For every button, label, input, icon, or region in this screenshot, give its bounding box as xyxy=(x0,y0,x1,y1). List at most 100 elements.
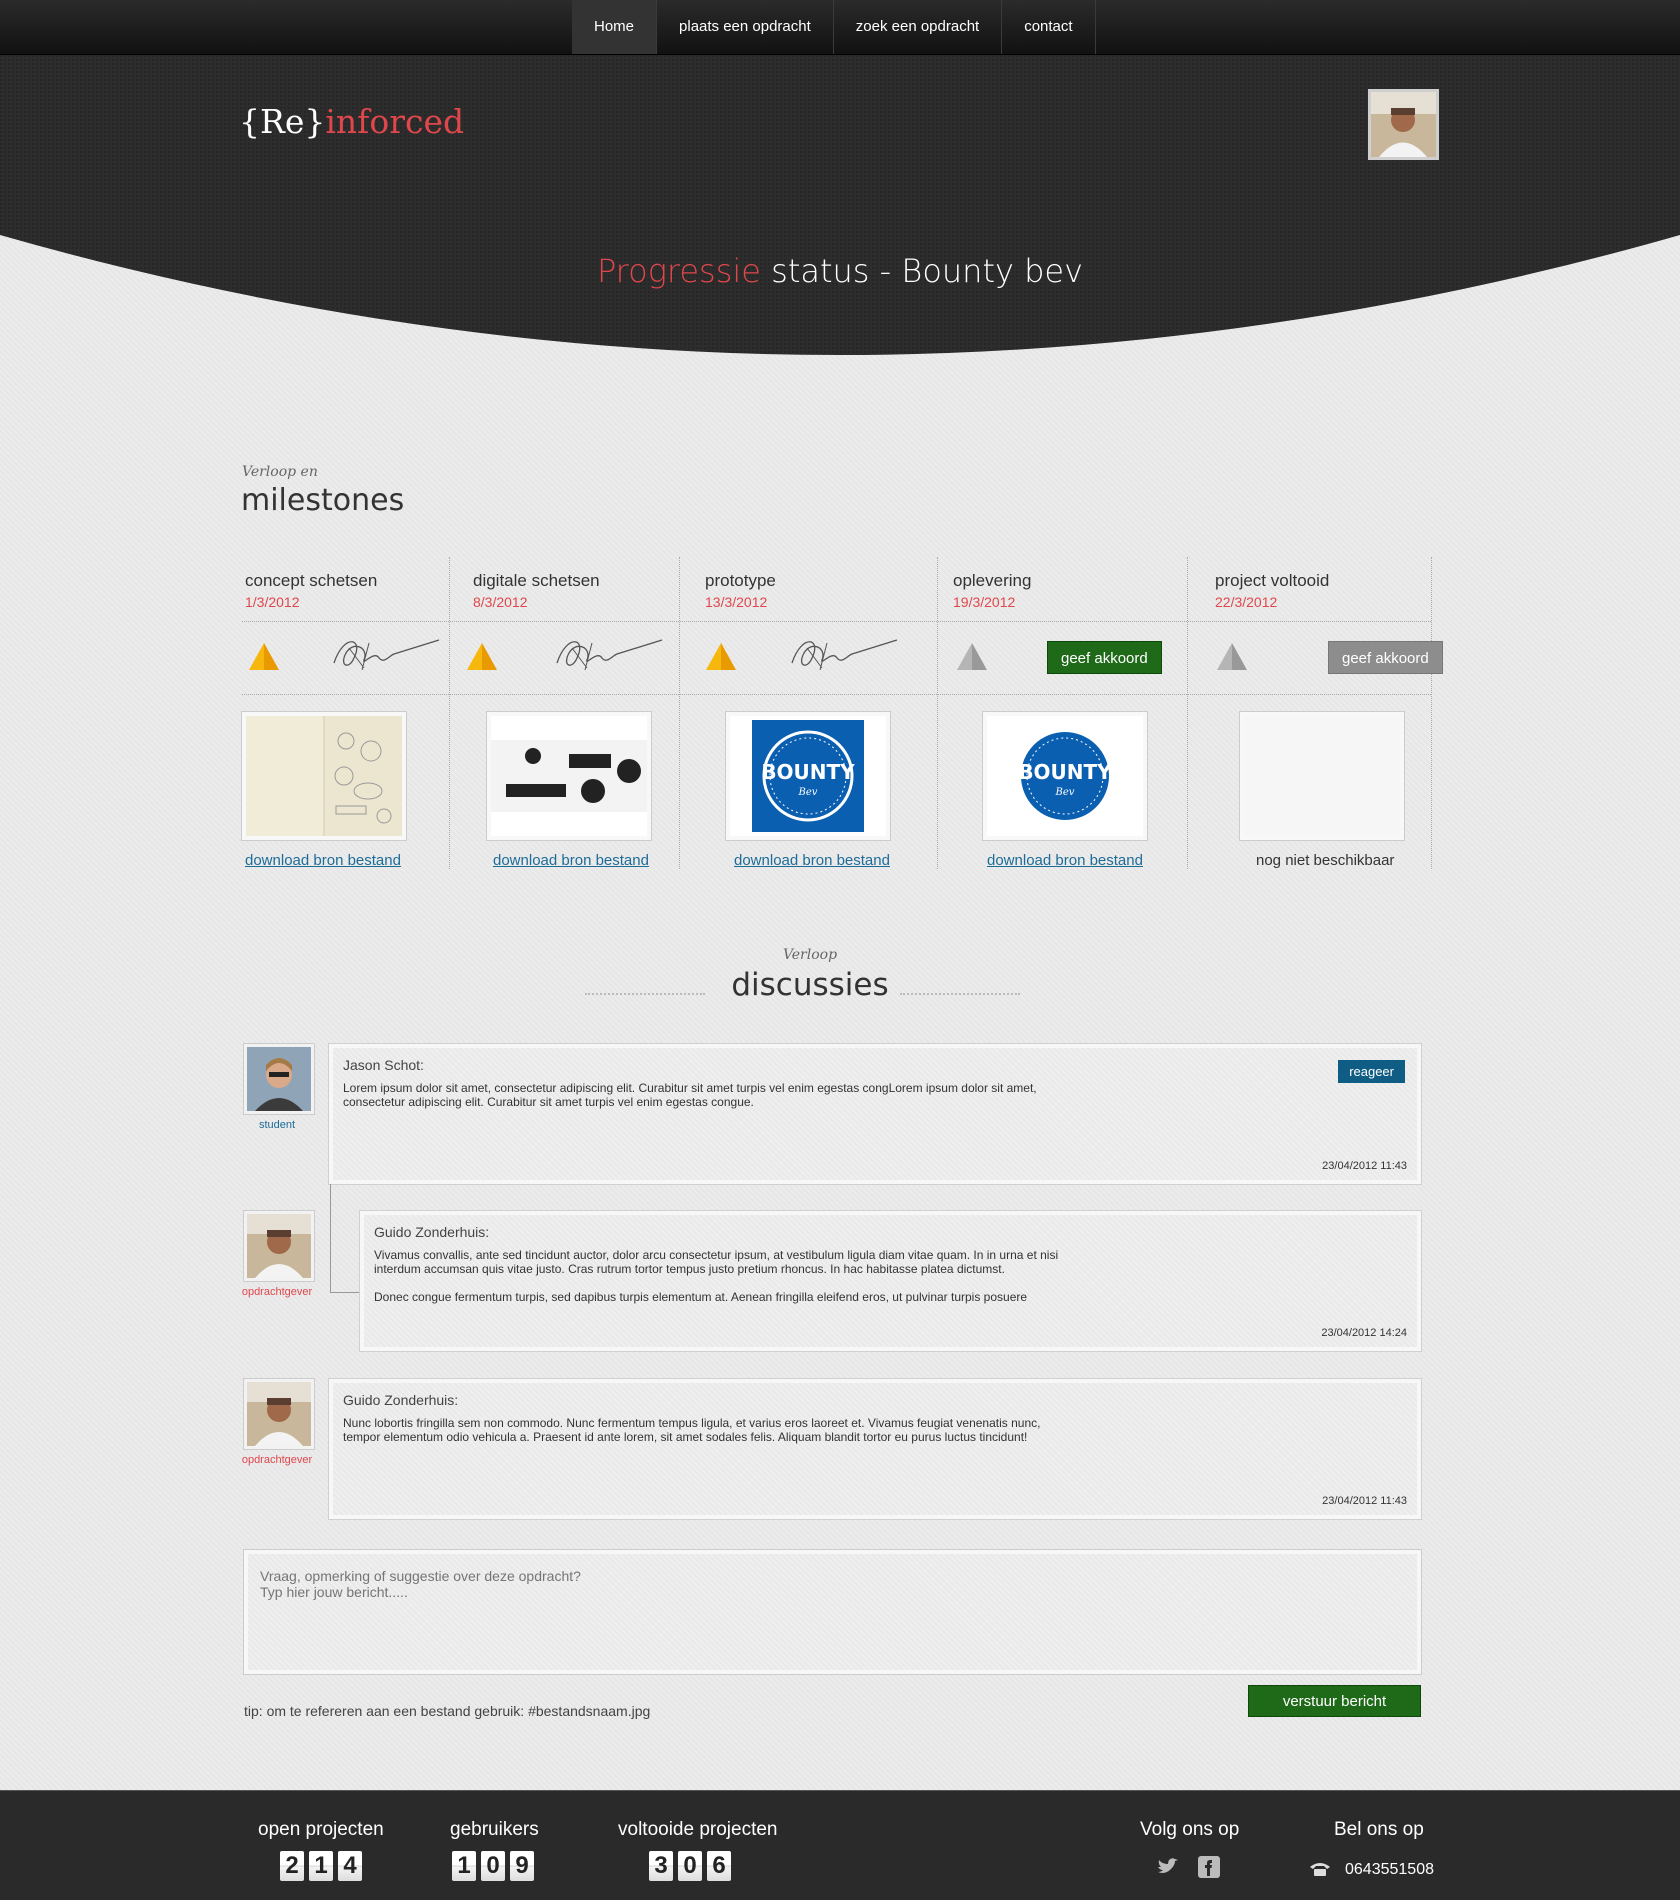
comment-timestamp: 23/04/2012 11:43 xyxy=(1322,1160,1407,1172)
milestone-thumbnail-empty xyxy=(1240,712,1404,840)
reference-tip: tip: om te refereren aan een bestand geb… xyxy=(244,1703,651,1719)
approve-button[interactable]: geef akkoord xyxy=(1047,641,1162,674)
milestone-name: concept schetsen xyxy=(245,571,378,590)
bounty-badge-white-icon: BOUNTY Bev xyxy=(987,716,1143,836)
page-title: Progressie status - Bounty bev xyxy=(596,252,1084,290)
pending-pyramid-icon xyxy=(957,643,987,670)
approve-button-disabled[interactable]: geef akkoord xyxy=(1328,641,1443,674)
nav-search-assignment[interactable]: zoek een opdracht xyxy=(834,0,1003,54)
badge-bounty-text: BOUNTY xyxy=(761,760,855,784)
milestone-thumbnail[interactable] xyxy=(242,712,406,840)
milestone-project-voltooid: project voltooid 22/3/2012 geef akkoord … xyxy=(1188,557,1443,869)
milestone-name: digitale schetsen xyxy=(473,571,600,590)
milestone-name: project voltooid xyxy=(1215,571,1330,590)
title-divider-right xyxy=(900,993,1020,995)
counter-digit: 0 xyxy=(481,1851,505,1881)
milestone-thumbnail[interactable]: BOUNTY Bev xyxy=(983,712,1147,840)
download-source-link[interactable]: download bron bestand xyxy=(987,852,1143,869)
milestone-date: 22/3/2012 xyxy=(1215,594,1278,610)
comment-author: Guido Zonderhuis: xyxy=(374,1224,490,1240)
phone-icon xyxy=(1310,1863,1330,1876)
user-avatar[interactable] xyxy=(1368,89,1439,160)
comment: Jason Schot: Lorem ipsum dolor sit amet,… xyxy=(329,1044,1421,1184)
completed-projects-counter: 3 0 6 xyxy=(649,1851,731,1881)
nav-contact[interactable]: contact xyxy=(1002,0,1096,54)
message-input[interactable] xyxy=(244,1550,1421,1674)
download-source-link[interactable]: download bron bestand xyxy=(493,852,649,869)
follow-us-label: Volg ons op xyxy=(1140,1819,1240,1840)
milestone-concept-schetsen: concept schetsen 1/3/2012 download bron … xyxy=(242,557,450,869)
avatar-photo-icon xyxy=(247,1047,311,1111)
comment-timestamp: 23/04/2012 14:24 xyxy=(1321,1327,1407,1339)
call-us-label: Bel ons op xyxy=(1334,1819,1424,1840)
milestone-thumbnail[interactable]: BOUNTY Bev xyxy=(726,712,890,840)
sketch-thumbnail-icon xyxy=(246,716,402,836)
counter-digit: 2 xyxy=(280,1851,304,1881)
logo-variants-thumbnail-icon xyxy=(491,716,647,836)
milestone-date: 8/3/2012 xyxy=(473,594,528,610)
milestone-date: 19/3/2012 xyxy=(953,594,1016,610)
pending-pyramid-icon xyxy=(1217,643,1247,670)
counter-digit: 4 xyxy=(338,1851,362,1881)
nav-home[interactable]: Home xyxy=(572,0,658,54)
milestone-status-row xyxy=(242,621,449,695)
approved-pyramid-icon xyxy=(706,643,736,670)
counter-digit: 0 xyxy=(678,1851,702,1881)
download-source-link[interactable]: download bron bestand xyxy=(245,852,401,869)
comment-body: Vivamus convallis, ante sed tincidunt au… xyxy=(374,1248,1059,1304)
milestone-oplevering: oplevering 19/3/2012 geef akkoord BOUNTY… xyxy=(938,557,1188,869)
main-nav: Home plaats een opdracht zoek een opdrac… xyxy=(572,0,1096,54)
role-label: opdrachtgever xyxy=(241,1454,313,1466)
milestone-status-row xyxy=(680,621,937,695)
role-label: student xyxy=(258,1119,296,1131)
signature-icon xyxy=(556,639,663,671)
counter-digit: 6 xyxy=(707,1851,731,1881)
badge-bev-text: Bev xyxy=(1055,787,1075,798)
milestones-subtitle: Verloop en xyxy=(242,464,318,480)
not-available-text: nog niet beschikbaar xyxy=(1256,852,1395,869)
comment-author: Guido Zonderhuis: xyxy=(343,1392,459,1408)
milestone-thumbnail[interactable] xyxy=(487,712,651,840)
discussions-title: discussies xyxy=(731,967,889,1003)
send-message-button[interactable]: verstuur bericht xyxy=(1248,1685,1421,1717)
comment-author: Jason Schot: xyxy=(343,1057,424,1073)
phone-number[interactable]: 0643551508 xyxy=(1345,1861,1434,1879)
title-divider-left xyxy=(585,993,705,995)
completed-projects-label: voltooide projecten xyxy=(618,1819,778,1840)
counter-digit: 1 xyxy=(309,1851,333,1881)
milestone-date: 13/3/2012 xyxy=(705,594,768,610)
reply-connector xyxy=(330,1184,360,1293)
users-counter: 1 0 9 xyxy=(452,1851,534,1881)
milestones-title: milestones xyxy=(241,483,405,518)
avatar-photo-icon xyxy=(1371,92,1436,157)
users-label: gebruikers xyxy=(450,1819,539,1840)
counter-digit: 3 xyxy=(649,1851,673,1881)
open-projects-label: open projecten xyxy=(258,1819,384,1840)
signature-icon xyxy=(791,639,898,671)
milestone-prototype: prototype 13/3/2012 BOUNTY Bev download … xyxy=(680,557,938,869)
badge-bounty-text: BOUNTY xyxy=(1018,760,1112,784)
commenter-avatar[interactable] xyxy=(244,1379,314,1449)
commenter-avatar[interactable] xyxy=(244,1211,314,1281)
bounty-badge-blue-icon: BOUNTY Bev xyxy=(730,716,886,836)
comment-timestamp: 23/04/2012 11:43 xyxy=(1322,1495,1407,1507)
nav-place-assignment[interactable]: plaats een opdracht xyxy=(657,0,834,54)
milestone-name: oplevering xyxy=(953,571,1032,590)
approved-pyramid-icon xyxy=(467,643,497,670)
commenter-avatar[interactable] xyxy=(244,1044,314,1114)
counter-digit: 9 xyxy=(510,1851,534,1881)
comment: Guido Zonderhuis: Nunc lobortis fringill… xyxy=(329,1379,1421,1519)
logo[interactable]: {Re}inforced xyxy=(239,102,464,141)
counter-digit: 1 xyxy=(452,1851,476,1881)
footer: open projecten 2 1 4 gebruikers 1 0 9 vo… xyxy=(0,1790,1680,1900)
milestone-digitale-schetsen: digitale schetsen 8/3/2012 download bron… xyxy=(450,557,680,869)
approved-pyramid-icon xyxy=(249,643,279,670)
twitter-icon[interactable] xyxy=(1155,1855,1179,1879)
comment: Guido Zonderhuis: Vivamus convallis, ant… xyxy=(360,1211,1421,1351)
badge-bev-text: Bev xyxy=(798,787,818,798)
reply-button[interactable]: reageer xyxy=(1338,1060,1405,1083)
avatar-photo-icon xyxy=(247,1382,311,1446)
facebook-icon[interactable] xyxy=(1197,1855,1221,1879)
avatar-photo-icon xyxy=(247,1214,311,1278)
download-source-link[interactable]: download bron bestand xyxy=(734,852,890,869)
